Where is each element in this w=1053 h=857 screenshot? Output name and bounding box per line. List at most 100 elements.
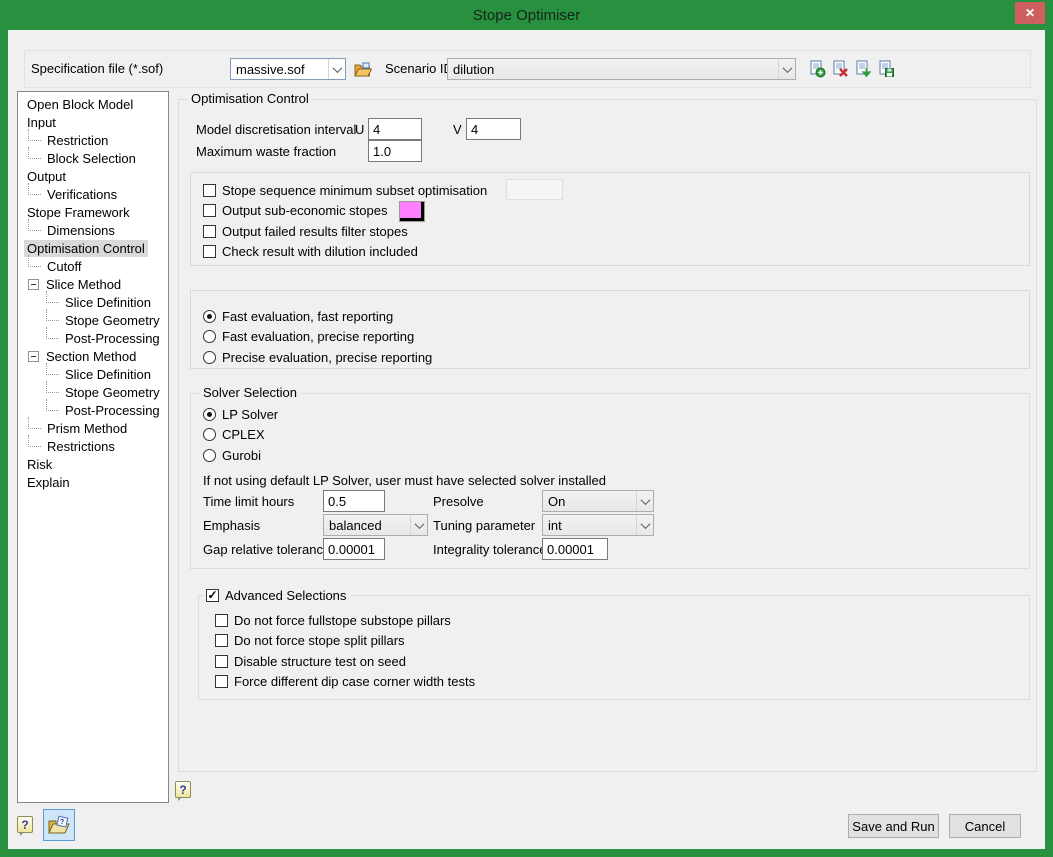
checkbox-icon[interactable] xyxy=(203,204,216,217)
import-scenario-icon[interactable] xyxy=(854,60,872,78)
tree-item-section-method-14[interactable]: Section Method xyxy=(18,347,168,365)
radio-icon[interactable] xyxy=(203,408,216,421)
open-folder-icon[interactable] xyxy=(354,60,372,78)
tree-item-explain-21[interactable]: Explain xyxy=(18,473,168,491)
emphasis-label: Emphasis xyxy=(203,515,260,536)
tree-item-label: Output xyxy=(24,168,69,185)
tree-item-slice-method-10[interactable]: Slice Method xyxy=(18,275,168,293)
tree-item-post-processing-13[interactable]: Post-Processing xyxy=(18,329,168,347)
checkbox-label: Stope sequence minimum subset optimisati… xyxy=(222,183,487,198)
subset-extra-input xyxy=(506,179,563,200)
v-input[interactable] xyxy=(466,118,521,140)
radio-icon[interactable] xyxy=(203,330,216,343)
tree-item-slice-definition-11[interactable]: Slice Definition xyxy=(18,293,168,311)
advanced-selections-checkbox[interactable]: ✓ Advanced Selections xyxy=(204,586,351,604)
checkbox-icon[interactable] xyxy=(215,614,228,627)
advanced-disable-structure-test-on-seed[interactable]: Disable structure test on seed xyxy=(215,651,1029,672)
tree-item-label: Post-Processing xyxy=(62,330,163,347)
optimisation-control-title: Optimisation Control xyxy=(187,91,313,107)
option-output-sub-economic-stopes[interactable]: Output sub-economic stopes xyxy=(203,201,1029,222)
u-input[interactable] xyxy=(368,118,422,140)
collapse-icon[interactable] xyxy=(28,351,39,362)
tree-item-label: Slice Definition xyxy=(62,294,154,311)
radio-label: CPLEX xyxy=(222,427,265,442)
emphasis-value: balanced xyxy=(324,518,410,533)
tree-connector xyxy=(46,309,59,321)
help-bubble-icon[interactable]: ? xyxy=(17,816,33,833)
gap-tolerance-input[interactable] xyxy=(323,538,385,560)
checkbox-icon[interactable] xyxy=(215,675,228,688)
tuning-parameter-select[interactable]: int xyxy=(542,514,654,536)
checkbox-icon[interactable] xyxy=(215,634,228,647)
checkbox-label: Disable structure test on seed xyxy=(234,654,406,669)
option-stope-sequence-minimum-subset-optimisation[interactable]: Stope sequence minimum subset optimisati… xyxy=(203,180,1029,201)
option-output-failed-results-filter-stopes[interactable]: Output failed results filter stopes xyxy=(203,221,1029,242)
presolve-select[interactable]: On xyxy=(542,490,654,512)
chevron-down-icon[interactable] xyxy=(410,515,427,535)
tree-connector xyxy=(28,129,41,141)
integrality-tolerance-input[interactable] xyxy=(542,538,608,560)
tree-item-label: Stope Geometry xyxy=(62,384,163,401)
presolve-value: On xyxy=(543,494,636,509)
discretisation-label: Model discretisation interval xyxy=(196,119,356,140)
checkbox-icon[interactable] xyxy=(203,184,216,197)
radio-icon[interactable] xyxy=(203,449,216,462)
waste-fraction-input[interactable] xyxy=(368,140,422,162)
tuning-parameter-label: Tuning parameter xyxy=(433,515,535,536)
tree-item-risk-20[interactable]: Risk xyxy=(18,455,168,473)
cancel-button[interactable]: Cancel xyxy=(949,814,1021,838)
new-scenario-icon[interactable] xyxy=(808,60,826,78)
advanced-do-not-force-fullstope-substope-pillars[interactable]: Do not force fullstope substope pillars xyxy=(215,610,1029,631)
advanced-force-different-dip-case-corner-width-tests[interactable]: Force different dip case corner width te… xyxy=(215,672,1029,693)
checkbox-icon[interactable] xyxy=(215,655,228,668)
spec-file-select[interactable]: massive.sof xyxy=(230,58,346,80)
radio-icon[interactable] xyxy=(203,310,216,323)
tree-connector xyxy=(46,399,59,411)
tree-item-block-selection-3[interactable]: Block Selection xyxy=(18,149,168,167)
tree-connector xyxy=(46,363,59,375)
sub-economic-color-swatch[interactable] xyxy=(399,201,425,222)
delete-scenario-icon[interactable] xyxy=(831,60,849,78)
option-check-result-with-dilution-included[interactable]: Check result with dilution included xyxy=(203,242,1029,263)
chevron-down-icon[interactable] xyxy=(328,59,345,79)
tree-item-stope-geometry-12[interactable]: Stope Geometry xyxy=(18,311,168,329)
radio-icon[interactable] xyxy=(203,428,216,441)
chevron-down-icon[interactable] xyxy=(778,59,795,79)
tree-item-open-block-model-0[interactable]: Open Block Model xyxy=(18,95,168,113)
solver-cplex[interactable]: CPLEX xyxy=(203,425,1029,446)
radio-label: Fast evaluation, fast reporting xyxy=(222,309,393,324)
checkbox-icon[interactable] xyxy=(203,245,216,258)
tree-item-restrictions-19[interactable]: Restrictions xyxy=(18,437,168,455)
evaluation-fast-evaluation-precise-reporting[interactable]: Fast evaluation, precise reporting xyxy=(203,327,1029,348)
tree-item-slice-definition-15[interactable]: Slice Definition xyxy=(18,365,168,383)
save-scenario-icon[interactable] xyxy=(877,60,895,78)
chevron-down-icon[interactable] xyxy=(636,515,653,535)
scenario-id-select[interactable]: dilution xyxy=(447,58,796,80)
solver-lp-solver[interactable]: LP Solver xyxy=(203,404,1029,425)
time-limit-input[interactable] xyxy=(323,490,385,512)
evaluation-precise-evaluation-precise-reporting[interactable]: Precise evaluation, precise reporting xyxy=(203,347,1029,368)
checkbox-label: Output sub-economic stopes xyxy=(222,203,387,218)
save-and-run-button[interactable]: Save and Run xyxy=(848,814,939,838)
tree-item-dimensions-7[interactable]: Dimensions xyxy=(18,221,168,239)
collapse-icon[interactable] xyxy=(28,279,39,290)
advanced-do-not-force-stope-split-pillars[interactable]: Do not force stope split pillars xyxy=(215,631,1029,652)
tree-connector xyxy=(28,183,41,195)
tree-connector xyxy=(28,255,41,267)
tree-item-stope-geometry-16[interactable]: Stope Geometry xyxy=(18,383,168,401)
emphasis-select[interactable]: balanced xyxy=(323,514,428,536)
title-bar[interactable]: Stope Optimiser ✕ xyxy=(0,0,1053,30)
radio-icon[interactable] xyxy=(203,351,216,364)
help-folder-icon[interactable]: ? xyxy=(43,809,75,841)
evaluation-fast-evaluation-fast-reporting[interactable]: Fast evaluation, fast reporting xyxy=(203,306,1029,327)
solver-gurobi[interactable]: Gurobi xyxy=(203,445,1029,466)
help-bubble-icon[interactable]: ? xyxy=(175,781,191,798)
close-icon[interactable]: ✕ xyxy=(1015,2,1045,24)
tree-item-label: Explain xyxy=(24,474,73,491)
checkbox-icon[interactable]: ✓ xyxy=(206,589,219,602)
chevron-down-icon[interactable] xyxy=(636,491,653,511)
tree-item-verifications-5[interactable]: Verifications xyxy=(18,185,168,203)
tree-item-cutoff-9[interactable]: Cutoff xyxy=(18,257,168,275)
checkbox-icon[interactable] xyxy=(203,225,216,238)
radio-label: LP Solver xyxy=(222,407,278,422)
